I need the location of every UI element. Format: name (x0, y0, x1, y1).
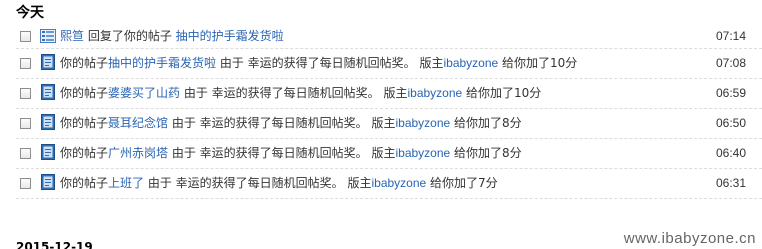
notification-text-part: 由于 幸运的获得了每日随机回帖奖。 版主 (168, 116, 396, 130)
notification-row: 你的帖子聂耳纪念馆 由于 幸运的获得了每日随机回帖奖。 版主ibabyzone … (16, 109, 762, 139)
notification-row: 你的帖子上班了 由于 幸运的获得了每日随机回帖奖。 版主ibabyzone 给你… (16, 169, 762, 199)
notification-time: 07:08 (715, 56, 746, 70)
notification-text-part: 由于 幸运的获得了每日随机回帖奖。 版主 (216, 56, 444, 70)
notification-time: 06:31 (715, 176, 746, 190)
notification-text-part: 由于 幸运的获得了每日随机回帖奖。 版主 (180, 86, 408, 100)
section-title-date: 2015-12-19 (16, 240, 93, 249)
thread-link[interactable]: 上班了 (108, 176, 144, 190)
notification-time: 07:14 (715, 29, 746, 43)
notification-row: 熙笪 回复了你的帖子 抽中的护手霜发货啦 07:14 (16, 24, 762, 49)
user-link[interactable]: ibabyzone (395, 146, 450, 160)
notification-text-part: 你的帖子 (60, 86, 109, 100)
notification-text: 你的帖子抽中的护手霜发货啦 由于 幸运的获得了每日随机回帖奖。 版主ibabyz… (60, 55, 577, 71)
notification-text-part: 回复了你的帖子 (84, 29, 176, 43)
notification-row: 你的帖子抽中的护手霜发货啦 由于 幸运的获得了每日随机回帖奖。 版主ibabyz… (16, 49, 762, 79)
thread-link[interactable]: 婆婆买了山药 (108, 86, 180, 100)
user-link[interactable]: ibabyzone (407, 86, 462, 100)
notification-page: 今天 熙笪 回复了你的帖子 抽中的护手霜发货啦 07:14 你的帖子抽中的护手霜发货… (0, 0, 762, 249)
post-icon (40, 54, 56, 70)
thread-link[interactable]: 聂耳纪念馆 (108, 116, 168, 130)
select-checkbox[interactable] (20, 31, 31, 42)
select-checkbox[interactable] (20, 118, 31, 129)
post-icon (40, 84, 56, 100)
notification-text: 熙笪 回复了你的帖子 抽中的护手霜发货啦 (60, 28, 284, 44)
notification-text: 你的帖子上班了 由于 幸运的获得了每日随机回帖奖。 版主ibabyzone 给你… (60, 175, 498, 191)
user-link[interactable]: ibabyzone (371, 176, 426, 190)
notification-text: 你的帖子婆婆买了山药 由于 幸运的获得了每日随机回帖奖。 版主ibabyzone… (60, 85, 541, 101)
notification-list: 熙笪 回复了你的帖子 抽中的护手霜发货啦 07:14 你的帖子抽中的护手霜发货啦 由… (16, 24, 762, 199)
thread-link[interactable]: 广州赤岗塔 (108, 146, 168, 160)
post-icon (40, 174, 56, 190)
select-checkbox[interactable] (20, 88, 31, 99)
notification-text-part: 给你加了10分 (462, 86, 542, 100)
section-title-today: 今天 (16, 5, 44, 21)
notification-text: 你的帖子广州赤岗塔 由于 幸运的获得了每日随机回帖奖。 版主ibabyzone … (60, 145, 522, 161)
user-link[interactable]: ibabyzone (395, 116, 450, 130)
notification-row: 你的帖子婆婆买了山药 由于 幸运的获得了每日随机回帖奖。 版主ibabyzone… (16, 79, 762, 109)
notification-text-part: 给你加了10分 (498, 56, 578, 70)
notification-text-part: 你的帖子 (60, 176, 109, 190)
notification-text-part: 给你加了8分 (450, 116, 522, 130)
post-icon (40, 144, 56, 160)
post-icon (40, 114, 56, 130)
notification-text-part: 你的帖子 (60, 56, 109, 70)
select-checkbox[interactable] (20, 58, 31, 69)
notification-text-part: 由于 幸运的获得了每日随机回帖奖。 版主 (168, 146, 396, 160)
notification-time: 06:59 (715, 86, 746, 100)
notification-text: 你的帖子聂耳纪念馆 由于 幸运的获得了每日随机回帖奖。 版主ibabyzone … (60, 115, 522, 131)
notification-text-part: 你的帖子 (60, 146, 109, 160)
user-link[interactable]: ibabyzone (443, 56, 498, 70)
thread-link[interactable]: 抽中的护手霜发货啦 (108, 56, 216, 70)
select-checkbox[interactable] (20, 148, 31, 159)
thread-link[interactable]: 抽中的护手霜发货啦 (176, 29, 284, 43)
notification-time: 06:40 (715, 146, 746, 160)
notification-time: 06:50 (715, 116, 746, 130)
select-checkbox[interactable] (20, 178, 31, 189)
notification-text-part: 由于 幸运的获得了每日随机回帖奖。 版主 (144, 176, 372, 190)
notification-text-part: 你的帖子 (60, 116, 109, 130)
notification-row: 你的帖子广州赤岗塔 由于 幸运的获得了每日随机回帖奖。 版主ibabyzone … (16, 139, 762, 169)
thread-link[interactable]: 熙笪 (60, 29, 84, 43)
notification-text-part: 给你加了8分 (450, 146, 522, 160)
reply-icon (40, 28, 56, 44)
notification-text-part: 给你加了7分 (426, 176, 498, 190)
watermark: www.ibabyzone.cn (623, 230, 756, 247)
